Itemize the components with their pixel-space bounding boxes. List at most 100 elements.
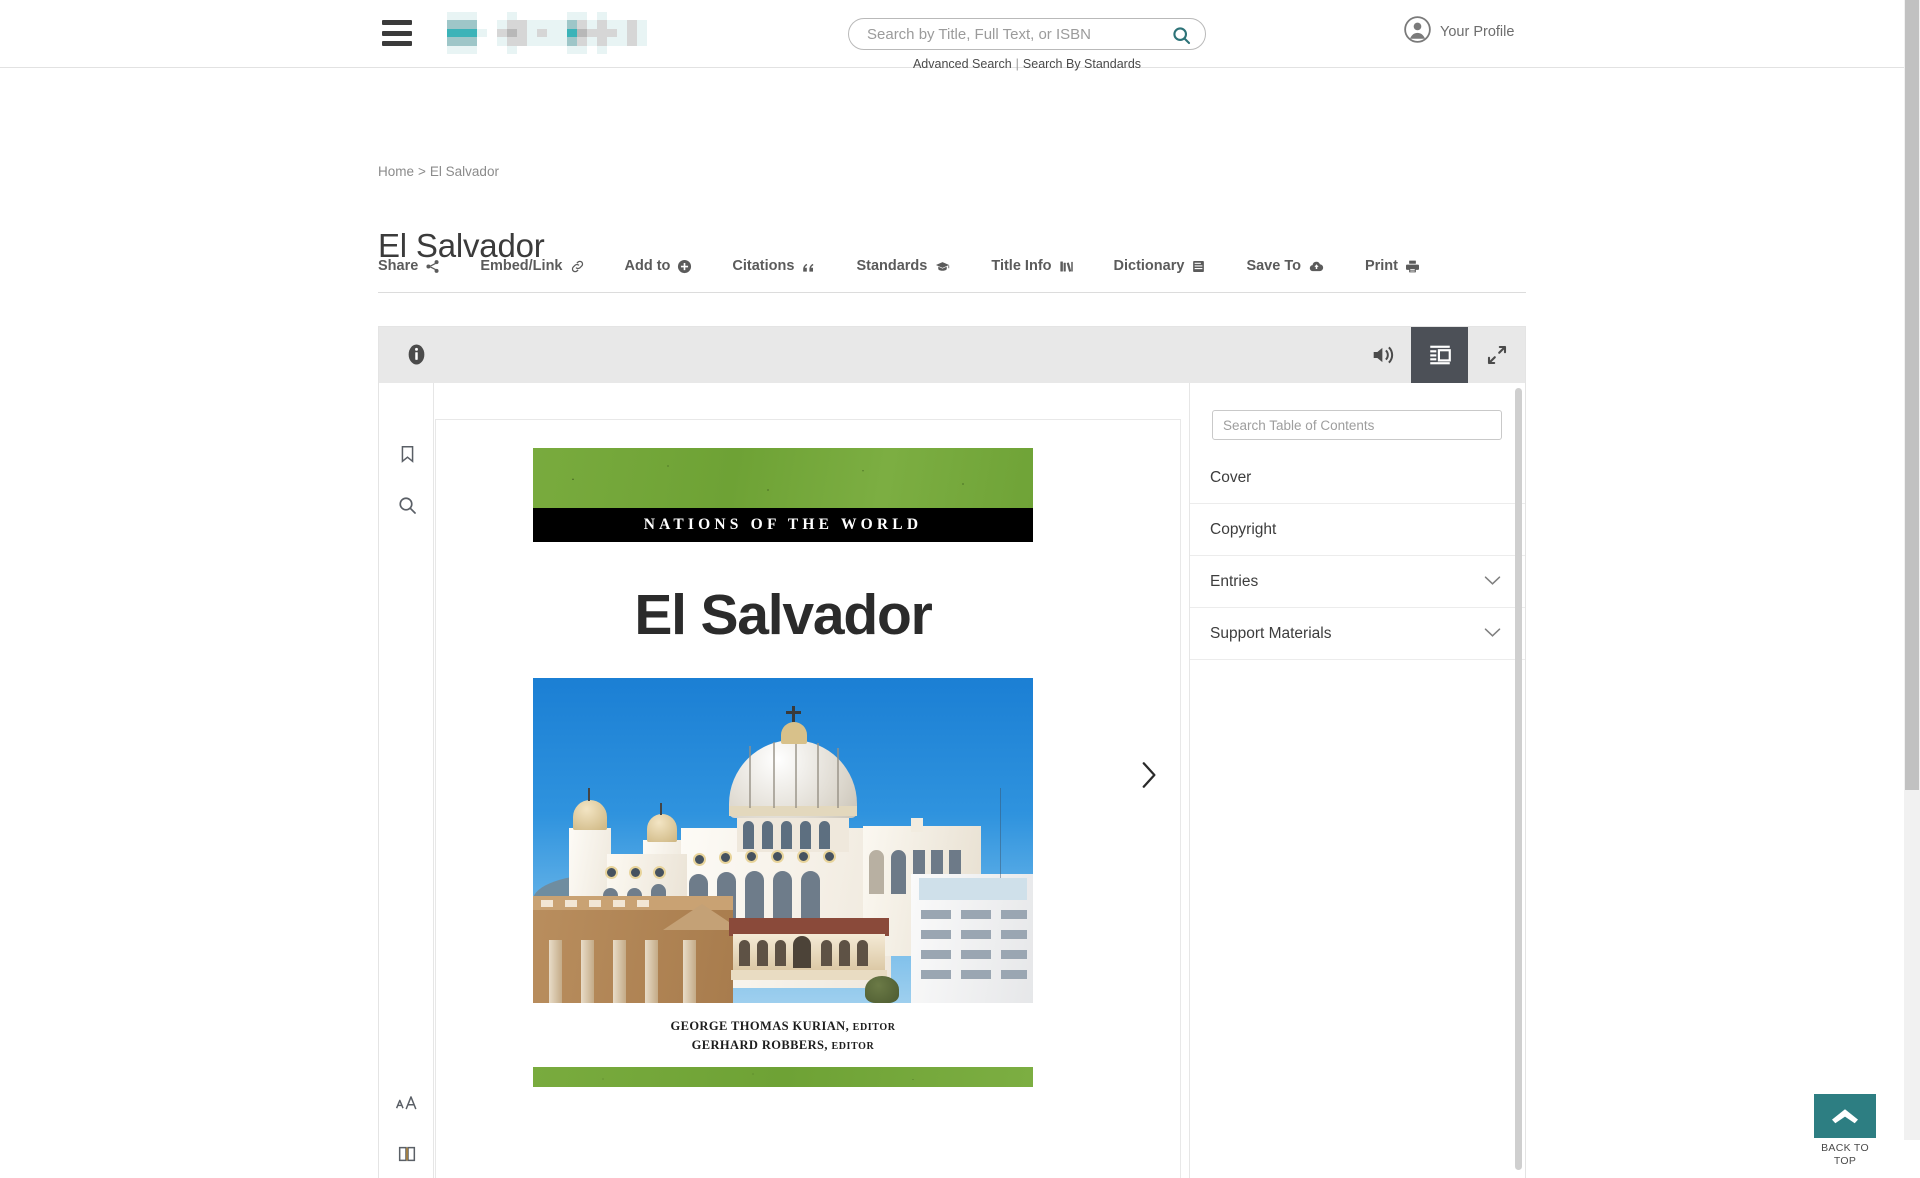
chevron-up-icon <box>1814 1094 1876 1138</box>
logo-pixel <box>607 37 617 46</box>
save-to-button[interactable]: Save To <box>1226 252 1345 280</box>
logo-pixel <box>647 45 657 54</box>
toc-search-input[interactable] <box>1212 410 1502 440</box>
breadcrumb-current: El Salvador <box>429 164 499 179</box>
expand-arrows-icon[interactable] <box>1468 327 1525 383</box>
logo-pixel <box>557 45 567 54</box>
table-of-contents-icon[interactable] <box>1411 327 1468 383</box>
logo-pixel <box>627 12 637 21</box>
logo-pixel <box>597 12 607 21</box>
logo-pixel <box>497 12 507 21</box>
logo-pixel <box>597 20 607 29</box>
share-icon <box>425 259 440 274</box>
cover-series-band: NATIONS OF THE WORLD <box>533 508 1033 542</box>
share-button[interactable]: Share <box>378 252 460 280</box>
embed-link-button[interactable]: Embed/Link <box>460 252 604 280</box>
site-header: Advanced Search| Search By Standards Your… <box>0 0 1920 71</box>
logo-pixel <box>577 45 587 54</box>
back-to-top-line2: TOP <box>1833 1155 1857 1168</box>
title-info-button[interactable]: Title Info <box>971 252 1093 280</box>
logo-pixel <box>517 28 527 38</box>
logo-pixel <box>587 45 597 54</box>
logo-pixel <box>447 20 457 29</box>
breadcrumb-home[interactable]: Home <box>378 164 414 179</box>
search-box[interactable] <box>848 18 1206 50</box>
search-icon[interactable] <box>393 491 421 519</box>
page-spread-icon[interactable] <box>393 1140 421 1168</box>
toc-item-entries[interactable]: Entries <box>1190 556 1525 608</box>
books-icon <box>1059 259 1074 274</box>
toc-item-support-materials[interactable]: Support Materials <box>1190 608 1525 660</box>
citations-button[interactable]: Citations <box>712 252 836 280</box>
hamburger-bar <box>382 41 412 46</box>
editor-name: GEORGE THOMAS KURIAN, <box>670 1019 850 1033</box>
standards-button[interactable]: Standards <box>836 252 971 280</box>
logo-pixel <box>587 37 597 46</box>
logo-pixel <box>507 12 517 21</box>
book-cover: NATIONS OF THE WORLD El Salvador GEORGE … <box>533 448 1033 1118</box>
profile-button[interactable]: Your Profile <box>1404 16 1514 48</box>
viewer-toolbar <box>379 327 1525 383</box>
link-icon <box>570 259 585 274</box>
back-to-top-line1: BACK TO <box>1821 1142 1869 1154</box>
logo-pixel <box>477 37 487 46</box>
logo-pixel <box>617 20 627 29</box>
printer-icon <box>1405 259 1420 274</box>
browser-scrollbar[interactable] <box>1904 0 1920 1140</box>
logo-pixel <box>587 12 597 21</box>
cloud-upload-icon <box>1308 259 1325 274</box>
logo-pixel <box>457 12 467 21</box>
logo-pixel <box>567 45 577 54</box>
standards-label: Standards <box>856 258 928 274</box>
book-page: NATIONS OF THE WORLD El Salvador GEORGE … <box>436 420 1180 1178</box>
embed-link-label: Embed/Link <box>480 258 563 274</box>
logo-pixel <box>467 28 477 38</box>
user-avatar-icon <box>1404 16 1431 48</box>
search-by-standards-link[interactable]: Search By Standards <box>1023 57 1141 71</box>
logo-pixel <box>487 37 497 46</box>
table-of-contents-panel: Cover Copyright Entries <box>1189 383 1525 1178</box>
next-page-button[interactable] <box>1135 758 1161 797</box>
logo-pixel <box>577 28 587 38</box>
logo-pixel <box>537 37 547 46</box>
logo-pixel <box>457 45 467 54</box>
cover-credits: GEORGE THOMAS KURIAN, EDITOR GERHARD ROB… <box>533 1017 1033 1054</box>
font-size-icon[interactable] <box>393 1089 421 1117</box>
site-logo[interactable] <box>437 12 657 54</box>
logo-pixel <box>567 12 577 21</box>
citations-label: Citations <box>732 258 795 274</box>
logo-pixel <box>567 28 577 38</box>
audio-icon[interactable] <box>1354 327 1411 383</box>
logo-pixel <box>547 37 557 46</box>
dictionary-button[interactable]: Dictionary <box>1094 252 1227 280</box>
toc-scrollbar[interactable] <box>1515 388 1522 1170</box>
logo-pixel <box>617 12 627 21</box>
chevron-down-icon[interactable] <box>1484 625 1501 643</box>
toc-item-copyright[interactable]: Copyright <box>1190 504 1525 556</box>
add-to-button[interactable]: Add to <box>605 252 713 280</box>
search-links-separator: | <box>1015 57 1019 71</box>
logo-pixel <box>597 45 607 54</box>
browser-scrollbar-thumb[interactable] <box>1905 0 1919 790</box>
book-viewer: NATIONS OF THE WORLD El Salvador GEORGE … <box>378 326 1526 1178</box>
print-button[interactable]: Print <box>1345 252 1440 280</box>
logo-pixel <box>627 37 637 46</box>
graduation-cap-icon <box>934 259 951 274</box>
toc-item-cover[interactable]: Cover <box>1190 452 1525 504</box>
search-icon[interactable] <box>1169 23 1193 47</box>
logo-pixel <box>617 45 627 54</box>
logo-pixel <box>527 37 537 46</box>
advanced-search-link[interactable]: Advanced Search <box>913 57 1012 71</box>
logo-pixel <box>647 28 657 38</box>
search-input[interactable] <box>849 19 1205 49</box>
info-icon[interactable] <box>405 343 428 371</box>
logo-pixel <box>507 28 517 38</box>
cover-credit-line: GEORGE THOMAS KURIAN, EDITOR <box>533 1017 1033 1036</box>
logo-pixel <box>507 45 517 54</box>
hamburger-menu-icon[interactable] <box>382 20 412 46</box>
logo-pixel <box>467 20 477 29</box>
chevron-down-icon[interactable] <box>1484 573 1501 591</box>
bookmark-icon[interactable] <box>393 440 421 468</box>
logo-pixel <box>467 45 477 54</box>
back-to-top-button[interactable]: BACK TO TOP <box>1814 1094 1876 1168</box>
